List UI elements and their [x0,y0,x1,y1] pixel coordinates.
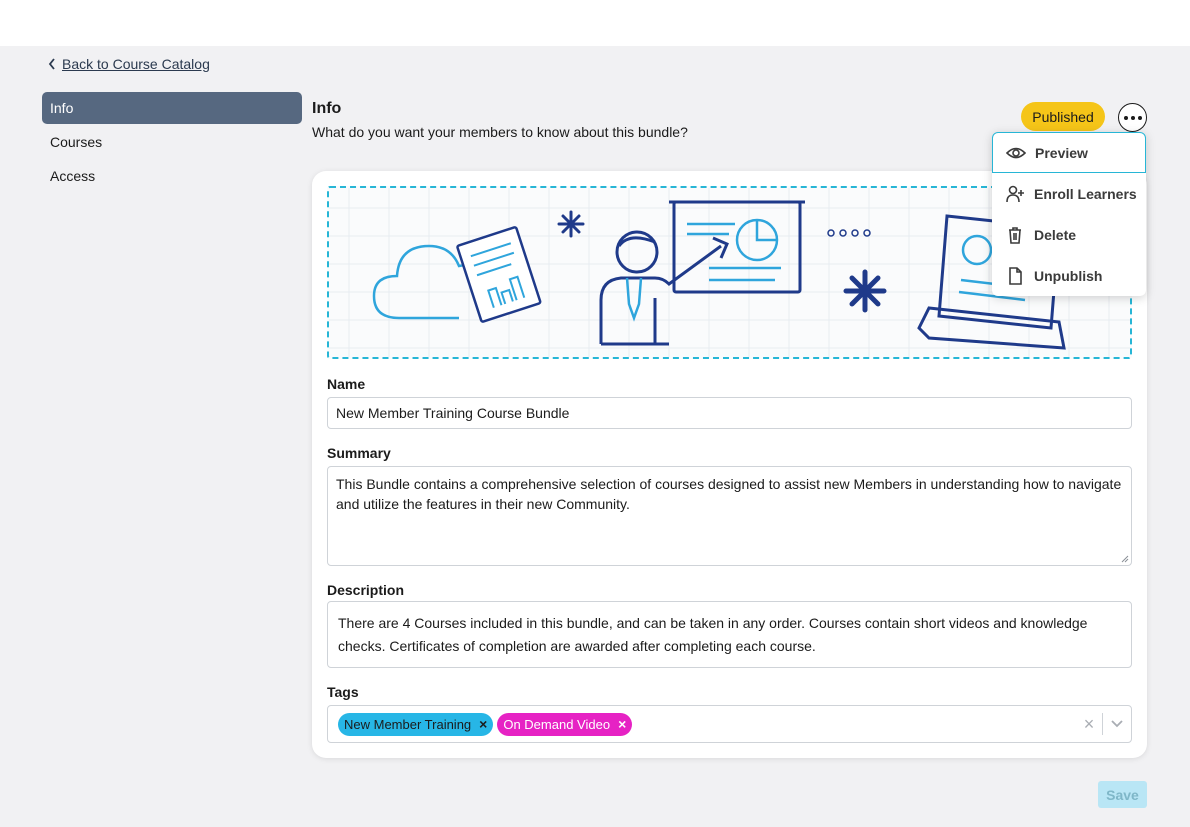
tag-label: New Member Training [344,716,472,732]
name-input[interactable]: New Member Training Course Bundle [327,397,1132,429]
menu-item-enroll-learners[interactable]: Enroll Learners [992,173,1146,214]
summary-textarea[interactable]: This Bundle contains a comprehensive sel… [327,466,1132,566]
summary-text: This Bundle contains a comprehensive sel… [336,476,1122,512]
add-user-icon [1006,185,1024,202]
tags-controls: × [1076,706,1131,742]
back-link-label: Back to Course Catalog [62,56,210,72]
more-options-button[interactable] [1118,103,1147,132]
tag-chip: On Demand Video × [497,712,633,736]
chevron-down-icon[interactable] [1103,720,1131,728]
tag-chip: New Member Training × [338,712,494,736]
more-dot-icon [1137,115,1142,120]
status-badge: Published [1021,102,1105,131]
description-label: Description [327,582,405,598]
menu-item-label: Unpublish [1034,267,1103,284]
nav-item-courses[interactable]: Courses [42,126,302,158]
tag-remove-icon[interactable]: × [479,716,487,732]
file-icon [1009,266,1022,285]
clear-tags-icon[interactable]: × [1076,714,1102,735]
tags-label: Tags [327,684,359,700]
section-header: Info What do you want your members to kn… [312,100,688,140]
menu-item-delete[interactable]: Delete [992,214,1146,255]
resize-grip-icon[interactable] [1121,555,1129,563]
summary-label: Summary [327,445,391,461]
menu-item-label: Delete [1034,226,1077,243]
name-label: Name [327,376,366,392]
save-button[interactable]: Save [1098,781,1147,808]
menu-item-preview[interactable]: Preview [992,132,1146,173]
tag-label: On Demand Video [503,716,611,732]
section-subtitle: What do you want your members to know ab… [312,124,688,140]
more-dot-icon [1130,115,1135,120]
side-nav: Info Courses Access [42,92,302,194]
menu-item-label: Enroll Learners [1034,185,1137,202]
more-dot-icon [1123,115,1128,120]
more-options-menu: Preview Enroll Learners Delete Unpublish [992,132,1146,296]
menu-item-unpublish[interactable]: Unpublish [992,255,1146,296]
section-title: Info [312,100,342,117]
menu-item-label: Preview [1035,144,1088,161]
nav-item-access[interactable]: Access [42,160,302,192]
description-editor[interactable]: There are 4 Courses included in this bun… [327,601,1132,668]
back-to-catalog-link[interactable]: Back to Course Catalog [48,56,210,72]
chevron-left-icon [48,58,55,70]
tags-select[interactable]: New Member Training × On Demand Video × … [327,705,1132,743]
trash-icon [1009,226,1021,244]
nav-item-info[interactable]: Info [42,92,302,124]
tag-remove-icon[interactable]: × [618,716,626,732]
eye-icon [1006,147,1026,158]
